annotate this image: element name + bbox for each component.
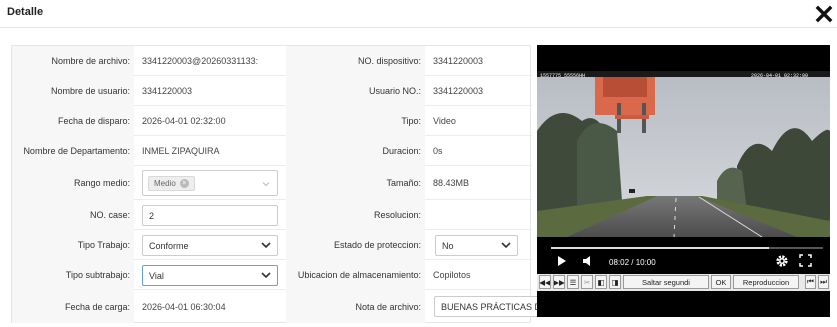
protection-label: Estado de proteccion: — [286, 230, 425, 260]
case-no-label: NO. case: — [12, 200, 134, 230]
progress-bar[interactable] — [551, 247, 823, 249]
fullscreen-icon[interactable] — [799, 254, 812, 267]
subwork-type-label: Tipo subtrabajo: — [12, 260, 134, 290]
file-name-value: 3341220003@20260331133: — [142, 56, 259, 66]
storage-location-value: Copilotos — [433, 270, 471, 280]
type-label: Tipo: — [286, 106, 425, 136]
range-select[interactable]: Medio × — [142, 170, 278, 196]
cut-icon[interactable]: ✂ — [581, 275, 593, 289]
dialog-title: Detalle — [7, 6, 44, 18]
work-type-label: Tipo Trabajo: — [12, 230, 134, 260]
play-icon[interactable] — [557, 255, 567, 267]
fast-forward-icon[interactable]: ▶▶ — [553, 275, 565, 289]
duration-label: Duracion: — [286, 136, 425, 166]
protection-select[interactable]: No — [435, 235, 518, 256]
dialog-header: Detalle — [0, 0, 837, 28]
table-row: Fecha de disparo: 2026-04-01 02:32:00 Ti… — [12, 106, 532, 136]
table-row: Nombre de Departamento: INMEL ZIPAQUIRA … — [12, 136, 532, 166]
chevron-down-icon — [501, 242, 511, 249]
device-no-value: 3341220003 — [433, 56, 484, 66]
osd-left-text: 1557775_55556HH — [540, 73, 586, 79]
video-frame — [537, 71, 830, 237]
upload-date-value: 2026-04-01 06:30:04 — [142, 301, 226, 312]
progress-fill — [551, 247, 769, 249]
user-no-label: Usuario NO.: — [286, 76, 425, 106]
ok-button[interactable]: OK — [711, 275, 731, 289]
department-value: INMEL ZIPAQUIRA — [142, 146, 220, 156]
remove-tag-icon[interactable]: × — [179, 178, 189, 188]
time-display: 08:02 / 10:00 — [609, 258, 656, 267]
range-tag: Medio × — [148, 175, 195, 191]
case-no-input[interactable]: 2 — [142, 205, 278, 226]
upload-date-label: Fecha de carga: — [12, 290, 134, 323]
trigger-date-label: Fecha de disparo: — [12, 106, 134, 136]
department-label: Nombre de Departamento: — [12, 136, 134, 166]
playback-mode-button[interactable]: Reproduccion — [733, 275, 799, 289]
chevron-down-icon — [261, 242, 271, 249]
work-type-value: Conforme — [149, 240, 189, 251]
type-value: Video — [433, 116, 456, 126]
file-note-label: Nota de archivo: — [286, 290, 425, 323]
subwork-type-value: Vial — [149, 270, 164, 281]
detail-dialog: Detalle Nombre de archivo: 3341220003@20… — [0, 0, 837, 327]
trigger-date-value: 2026-04-01 02:32:00 — [142, 116, 226, 126]
range-label: Rango medio: — [12, 166, 134, 200]
osd-right-text: 2026-04-01 02:32:00 — [751, 73, 809, 79]
video-player[interactable]: 1557775_55556HH 2026-04-01 02:32:00 08:0… — [537, 45, 830, 317]
range-tag-label: Medio — [154, 178, 176, 188]
file-name-label: Nombre de archivo: — [12, 46, 134, 76]
user-name-label: Nombre de usuario: — [12, 76, 134, 106]
storage-location-label: Ubicacion de almacenamiento: — [286, 260, 425, 290]
playback-toolbar: ◀◀ ▶▶ ☰ ✂ ◧ ◨ Saltar segundi OK Reproduc… — [537, 274, 830, 291]
close-icon[interactable] — [815, 5, 833, 23]
resolution-value — [425, 200, 532, 230]
rewind-icon[interactable]: ◀◀ — [539, 275, 551, 289]
detail-table: Nombre de archivo: 3341220003@2026033113… — [11, 45, 826, 323]
settings-gear-icon[interactable] — [775, 254, 789, 268]
subwork-type-select[interactable]: Vial — [142, 265, 278, 286]
device-no-label: NO. dispositivo: — [286, 46, 425, 76]
player-controls: 08:02 / 10:00 — [537, 243, 830, 273]
frame-back-icon[interactable]: ◧ — [595, 275, 607, 289]
work-type-select[interactable]: Conforme — [142, 235, 278, 256]
user-no-value: 3341220003 — [433, 86, 484, 96]
user-name-value: 3341220003 — [142, 86, 193, 96]
skip-seconds-input[interactable]: Saltar segundi — [623, 275, 709, 289]
table-row: Nombre de archivo: 3341220003@2026033113… — [12, 46, 532, 76]
skip-back-icon[interactable]: ⏮ — [805, 275, 816, 289]
chevron-down-icon — [261, 272, 271, 279]
chevron-down-icon — [262, 182, 270, 187]
size-value: 88.43MB — [433, 178, 470, 188]
duration-value: 0s — [433, 146, 443, 156]
protection-value: No — [442, 240, 454, 251]
frame-forward-icon[interactable]: ◨ — [609, 275, 621, 289]
volume-icon[interactable] — [582, 255, 592, 267]
list-icon[interactable]: ☰ — [567, 275, 579, 289]
skip-forward-icon[interactable]: ⏭ — [818, 275, 829, 289]
resolution-label: Resolucion: — [286, 200, 425, 230]
size-label: Tamaño: — [286, 166, 425, 200]
table-row: Nombre de usuario: 3341220003 Usuario NO… — [12, 76, 532, 106]
